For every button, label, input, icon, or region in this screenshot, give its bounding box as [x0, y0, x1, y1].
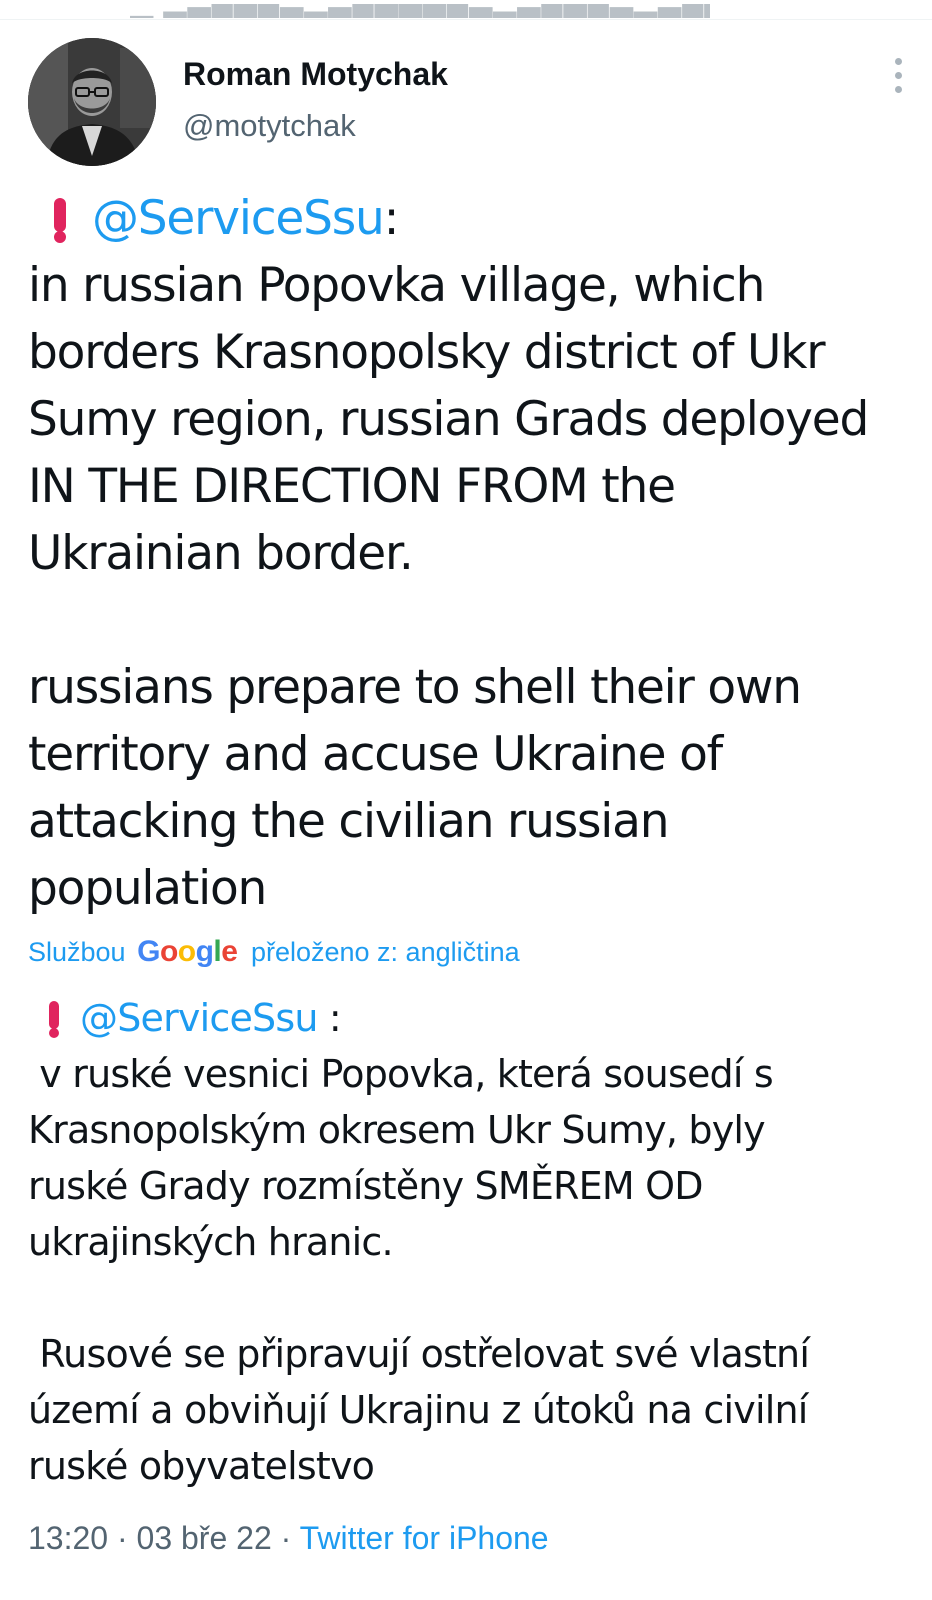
translated-text-line: ruské Grady rozmístěny SMĚREM OD	[28, 1164, 704, 1208]
tweet-text-line: Ukrainian border.	[28, 526, 414, 581]
translation-attribution[interactable]: Službou Google přeloženo z: angličtina	[28, 935, 520, 975]
meta-separator: ·	[108, 1520, 137, 1556]
tweet-text-translated: @ServiceSsu : v ruské vesnici Popovka, k…	[28, 990, 908, 1494]
avatar[interactable]	[28, 38, 156, 166]
translated-mention-line: @ServiceSsu :	[28, 990, 908, 1046]
google-logo: Google	[137, 935, 238, 968]
tweet-text-line: russians prepare to shell their own	[28, 660, 802, 715]
more-options-icon[interactable]	[888, 56, 908, 96]
tweet-detail-page: ▁ ▂▃▄▅▄▃▂▃▄▅▆▅▄▃▂▃▄▅▄▃▂▃▄▅▆▅▄▃▂▃ Roman M…	[0, 0, 932, 1600]
red-exclamation-icon	[28, 990, 80, 1046]
meta-separator: ·	[271, 1520, 300, 1556]
translated-text-line: území a obviňují Ukrajinu z útoků na civ…	[28, 1388, 808, 1432]
tweet-time[interactable]: 13:20	[28, 1520, 108, 1556]
translated-text-line: ukrajinských hranic.	[28, 1220, 394, 1264]
translation-suffix: přeloženo z: angličtina	[250, 937, 520, 967]
tweet-text-line: Sumy region, russian Grads deployed	[28, 392, 869, 447]
avatar-photo	[28, 38, 156, 166]
tweet-text-line: borders Krasnopolsky district of Ukr	[28, 325, 826, 380]
tweet-text-original: @ServiceSsu: in russian Popovka village,…	[28, 185, 908, 922]
tweet-mention-line: @ServiceSsu:	[28, 185, 908, 252]
tweet-text-line: population	[28, 861, 267, 916]
mention-suffix: :	[383, 191, 400, 246]
tweet-text-line: attacking the civilian russian	[28, 794, 670, 849]
red-exclamation-icon	[28, 185, 92, 252]
previous-content-cutoff: ▁ ▂▃▄▅▄▃▂▃▄▅▆▅▄▃▂▃▄▅▄▃▂▃▄▅▆▅▄▃▂▃	[130, 4, 710, 18]
divider	[0, 19, 932, 20]
translated-text-line: ruské obyvatelstvo	[28, 1444, 375, 1488]
mention-link[interactable]: @ServiceSsu	[80, 996, 318, 1040]
tweet-header: Roman Motychak @motytchak	[28, 38, 908, 168]
translated-text-line: Rusové se připravují ostřelovat své vlas…	[28, 1332, 810, 1376]
translated-text-line: v ruské vesnici Popovka, která sousedí s	[28, 1052, 773, 1096]
author-handle[interactable]: @motytchak	[183, 108, 356, 144]
translated-text-line: Krasnopolským okresem Ukr Sumy, byly	[28, 1108, 766, 1152]
author-display-name[interactable]: Roman Motychak	[183, 56, 448, 93]
tweet-source-link[interactable]: Twitter for iPhone	[300, 1520, 549, 1556]
tweet-text-line: territory and accuse Ukraine of	[28, 727, 723, 782]
translation-prefix: Službou	[28, 937, 126, 967]
tweet-text-line: in russian Popovka village, which	[28, 258, 765, 313]
mention-suffix: :	[317, 996, 342, 1040]
tweet-text-line: IN THE DIRECTION FROM the	[28, 459, 676, 514]
tweet-metadata: 13:20 · 03 bře 22 · Twitter for iPhone	[28, 1520, 549, 1557]
tweet-date[interactable]: 03 bře 22	[137, 1520, 272, 1556]
mention-link[interactable]: @ServiceSsu	[92, 191, 385, 246]
